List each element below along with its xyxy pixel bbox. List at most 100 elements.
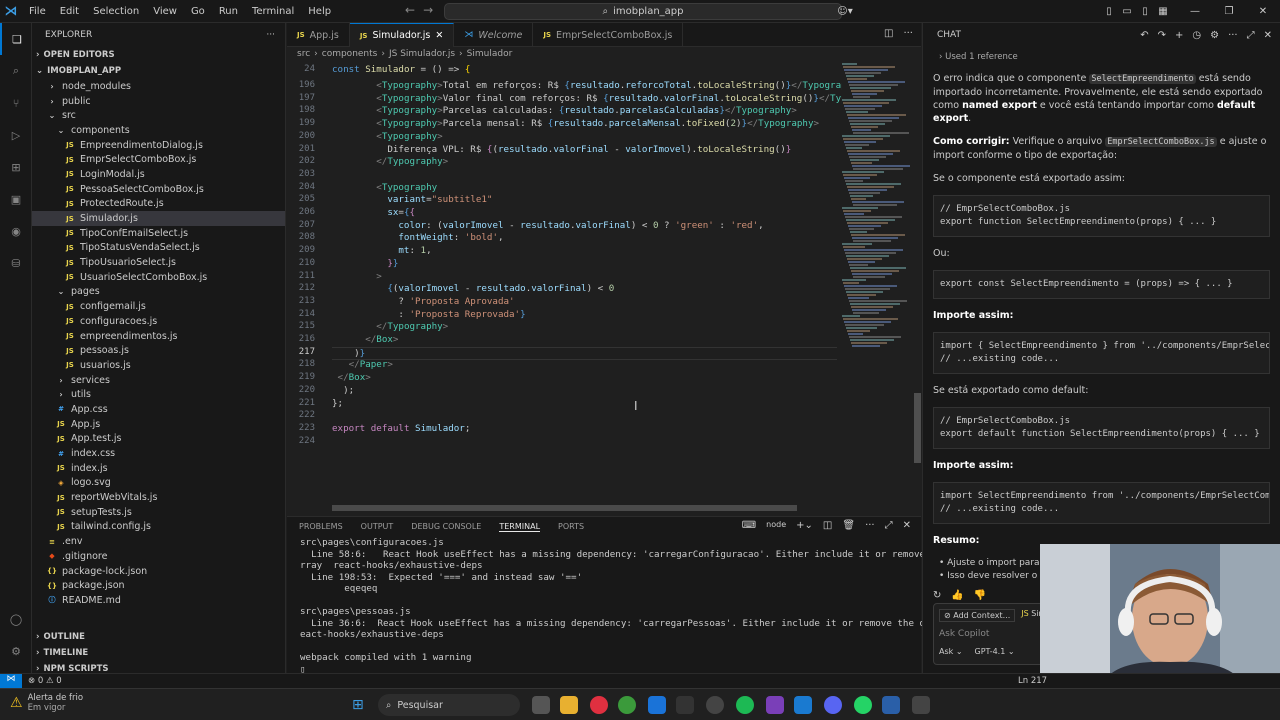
code-line[interactable]: ? 'Proposta Aprovada' (332, 296, 514, 307)
close-icon[interactable]: ✕ (1264, 30, 1272, 41)
close-icon[interactable]: ✕ (1246, 6, 1280, 17)
minimize-icon[interactable]: — (1178, 6, 1212, 17)
add-terminal-icon[interactable]: +⌄ (796, 520, 813, 531)
code-line[interactable]: }} (332, 258, 398, 269)
more-actions-icon[interactable]: ··· (1228, 30, 1238, 41)
split-editor-icon[interactable]: ◫ (884, 28, 893, 39)
file-item[interactable]: JS TipoStatusVendaSelect.js (32, 241, 285, 256)
code-block[interactable]: // EmprSelectComboBox.js export function… (933, 195, 1270, 237)
run-debug-icon[interactable]: ▷ (0, 119, 32, 151)
github-icon[interactable]: ◉ (0, 215, 32, 247)
app-icon[interactable] (912, 696, 930, 714)
code-line[interactable]: <Typography>Parcela mensal: R$ {resultad… (332, 118, 819, 129)
file-item[interactable]: {} package-lock.json (32, 564, 285, 579)
account-icon[interactable]: ◯ (0, 603, 32, 635)
menu-item-view[interactable]: View (146, 0, 184, 23)
terminal-output[interactable]: src\pages\configuracoes.js Line 58:6: Re… (287, 537, 1025, 675)
used-references[interactable]: › Used 1 reference (939, 51, 1270, 64)
folder-item[interactable]: ⌄ components (32, 123, 285, 138)
task-view-icon[interactable] (532, 696, 550, 714)
outlook-icon[interactable] (648, 696, 666, 714)
extensions-icon[interactable]: ⊞ (0, 151, 32, 183)
editor-tab[interactable]: JS Simulador.js ✕ (349, 23, 455, 47)
file-explorer-icon[interactable] (560, 696, 578, 714)
file-item[interactable]: ◈ logo.svg (32, 476, 285, 491)
file-item[interactable]: JS ProtectedRoute.js (32, 197, 285, 212)
code-line[interactable]: </Box> (332, 334, 398, 345)
close-panel-icon[interactable]: ✕ (903, 520, 911, 531)
code-line[interactable]: )} (332, 346, 837, 360)
folder-item[interactable]: ⌄ src (32, 108, 285, 123)
file-item[interactable]: ◆ .gitignore (32, 549, 285, 564)
problems-indicator[interactable]: ⊗ 0 ⚠ 0 (28, 676, 62, 686)
more-actions-icon[interactable]: ··· (865, 520, 875, 531)
code-line[interactable]: fontWeight: 'bold', (332, 232, 503, 243)
remote-explorer-icon[interactable]: ▣ (0, 183, 32, 215)
app-icon[interactable] (882, 696, 900, 714)
folder-item[interactable]: › utils (32, 387, 285, 402)
settings-gear-icon[interactable]: ⚙ (1210, 30, 1219, 41)
chrome-icon[interactable] (618, 696, 636, 714)
nextjs-icon[interactable] (676, 696, 694, 714)
open-editors-section[interactable]: › OPEN EDITORS (32, 47, 285, 63)
file-item[interactable]: {} package.json (32, 578, 285, 593)
thumbs-up-icon[interactable]: 👍 (951, 589, 963, 602)
code-editor[interactable]: 24 const Simulador = () => {196 <Typograp… (287, 62, 842, 507)
code-line[interactable]: export default Simulador; (332, 423, 470, 434)
code-line[interactable]: <Typography> (332, 131, 442, 142)
code-line[interactable]: }; (332, 398, 343, 409)
breadcrumb-item[interactable]: components (322, 49, 378, 59)
file-item[interactable]: JS usuarios.js (32, 358, 285, 373)
opera-icon[interactable] (590, 696, 608, 714)
panel-tab-terminal[interactable]: TERMINAL (499, 522, 541, 532)
more-actions-icon[interactable]: ··· (266, 30, 275, 40)
panel-tab-debug-console[interactable]: DEBUG CONSOLE (411, 522, 481, 532)
layout-secondary-icon[interactable]: ▯ (1136, 6, 1154, 17)
file-item[interactable]: JS LoginModal.js (32, 167, 285, 182)
file-item[interactable]: JS App.js (32, 417, 285, 432)
whatsapp-icon[interactable] (854, 696, 872, 714)
menu-item-edit[interactable]: Edit (53, 0, 86, 23)
menu-item-file[interactable]: File (22, 0, 53, 23)
minimap[interactable] (842, 62, 912, 362)
database-icon[interactable]: ⛁ (0, 247, 32, 279)
file-item[interactable]: # App.css (32, 402, 285, 417)
file-item[interactable]: JS empreendimentos.js (32, 329, 285, 344)
menu-item-run[interactable]: Run (212, 0, 245, 23)
model-select[interactable]: GPT-4.1 ⌄ (975, 647, 1015, 656)
code-line[interactable]: </Typography> (332, 156, 448, 167)
code-line[interactable]: <Typography>Parcelas calculadas: {result… (332, 105, 797, 116)
terminal-shell-label[interactable]: node (766, 520, 786, 531)
close-tab-icon[interactable]: ✕ (435, 30, 443, 41)
editor-tab[interactable]: JS EmprSelectComboBox.js (533, 23, 684, 47)
code-line[interactable]: <Typography (332, 182, 437, 193)
github-desktop-icon[interactable] (706, 696, 724, 714)
breadcrumb-item[interactable]: src (297, 49, 310, 59)
file-item[interactable]: JS App.test.js (32, 432, 285, 447)
source-control-icon[interactable]: ⑂ (0, 87, 32, 119)
retry-icon[interactable]: ↻ (933, 589, 941, 602)
file-item[interactable]: JS UsuarioSelectComboBox.js (32, 270, 285, 285)
code-line[interactable]: <Typography>Valor final com reforços: R$… (332, 93, 842, 104)
layout-sidebar-icon[interactable]: ▯ (1100, 6, 1118, 17)
menu-item-terminal[interactable]: Terminal (245, 0, 301, 23)
file-item[interactable]: JS TipoConfEmailSelect.js (32, 226, 285, 241)
breadcrumb-item[interactable]: Simulador (467, 49, 513, 59)
menu-item-go[interactable]: Go (184, 0, 212, 23)
back-arrow-icon[interactable]: ← (405, 3, 415, 17)
file-item[interactable]: JS configemail.js (32, 299, 285, 314)
inline-code[interactable]: EmprSelectComboBox.js (1105, 137, 1217, 147)
code-line[interactable]: </Box> (332, 372, 371, 383)
inline-code[interactable]: SelectEmpreendimento (1089, 74, 1196, 84)
file-item[interactable]: JS PessoaSelectComboBox.js (32, 182, 285, 197)
terminal-icon[interactable]: ⌨ (742, 520, 756, 531)
code-block[interactable]: import SelectEmpreendimento from '../com… (933, 482, 1270, 524)
file-item[interactable]: ⓘ README.md (32, 593, 285, 608)
maximize-icon[interactable]: ⤢ (1247, 30, 1255, 41)
breadcrumb-item[interactable]: JS Simulador.js (389, 49, 455, 59)
settings-gear-icon[interactable]: ⚙ (0, 635, 32, 667)
code-line[interactable]: : 'Proposta Reprovada'} (332, 309, 525, 320)
file-item[interactable]: JS tailwind.config.js (32, 520, 285, 535)
forward-arrow-icon[interactable]: → (423, 3, 433, 17)
layout-panel-icon[interactable]: ▭ (1118, 6, 1136, 17)
